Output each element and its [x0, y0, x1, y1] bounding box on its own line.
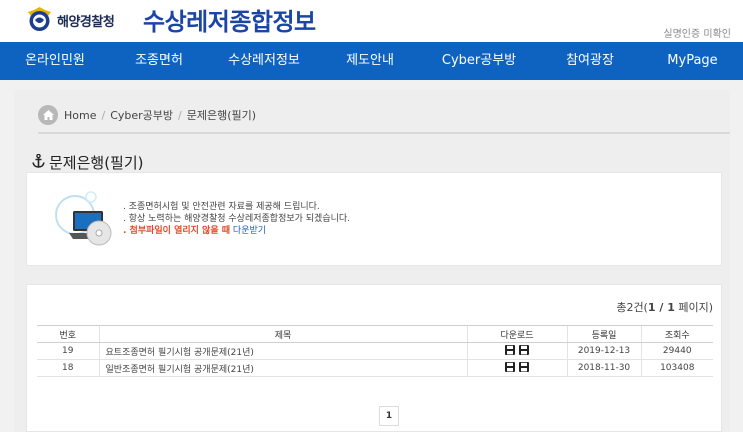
viewer-download-link[interactable]: 다운받기 [233, 226, 266, 236]
nav-item-system-guide[interactable]: 제도안내 [320, 42, 420, 80]
info-text: . 조종면허시험 및 안전관련 자료를 제공해 드립니다. . 항상 노력하는 … [123, 201, 350, 237]
breadcrumb-separator: / [178, 108, 182, 122]
row-title[interactable]: 일반조종면허 필기시험 공개문제(21년) [98, 359, 467, 377]
nav-item-license[interactable]: 조종면허 [110, 42, 208, 80]
total-count: 총2건(1 / 1 페이지) [616, 299, 713, 315]
col-number: 번호 [37, 325, 99, 343]
col-date: 등록일 [566, 325, 641, 343]
question-table: 번호 제목 다운로드 등록일 조회수 19 요트조종면허 필기시험 공개문제(2… [37, 325, 713, 377]
floppy-disk-icon[interactable] [505, 361, 515, 372]
page-heading: 문제은행(필기) [32, 152, 144, 173]
site-title[interactable]: 수상레저종합정보 [143, 2, 316, 37]
nav-item-leisure-info[interactable]: 수상레저정보 [208, 42, 320, 80]
site-header: 해양경찰청 수상레저종합정보 실명인증 미확인 [0, 0, 743, 42]
breadcrumb-separator: / [101, 108, 106, 122]
org-name[interactable]: 해양경찰청 [57, 11, 115, 30]
main-nav: 온라인민원 조종면허 수상레저정보 제도안내 Cyber공부방 참여광장 MyP… [0, 42, 743, 80]
page-title: 문제은행(필기) [49, 154, 144, 172]
page-button-1[interactable]: 1 [379, 406, 399, 426]
row-views: 103408 [640, 359, 713, 377]
total-prefix: 총 [616, 301, 627, 314]
floppy-disk-icon[interactable] [505, 344, 515, 355]
floppy-disk-icon[interactable] [519, 344, 529, 355]
nav-item-mypage[interactable]: MyPage [642, 42, 743, 80]
row-download [466, 359, 567, 377]
info-line-2: . 항상 노력하는 해양경찰청 수상레저종합정보가 되겠습니다. [123, 214, 351, 224]
cd-notebook-icon [55, 191, 112, 246]
anchor-icon [32, 153, 45, 172]
content-panel: Home / Cyber공부방 / 문제은행(필기) 문제은행(필기) . 조종… [14, 90, 730, 432]
info-line-1: . 조종면허시험 및 안전관련 자료를 제공해 드립니다. [123, 202, 320, 212]
auth-status: 실명인증 미확인 [663, 29, 731, 40]
col-views: 조회수 [640, 325, 713, 343]
row-number: 19 [37, 342, 99, 360]
table-row[interactable]: 19 요트조종면허 필기시험 공개문제(21년) 2019-12-13 2944… [37, 342, 713, 360]
breadcrumb-current: 문제은행(필기) [186, 109, 257, 122]
info-line-3: . 첨부파일이 열리지 않을 때 다운받기 [123, 225, 350, 237]
row-number: 18 [37, 359, 99, 377]
breadcrumb-cyber-study[interactable]: Cyber공부방 [110, 107, 173, 123]
nav-item-online-civil[interactable]: 온라인민원 [0, 42, 110, 80]
question-list-box: 총2건(1 / 1 페이지) 번호 제목 다운로드 등록일 조회수 19 요트조… [26, 284, 722, 432]
table-header-row: 번호 제목 다운로드 등록일 조회수 [37, 325, 713, 343]
home-icon[interactable] [38, 105, 58, 125]
page-info: 1 / 1 [647, 301, 675, 314]
breadcrumb-divider [38, 132, 730, 134]
col-download: 다운로드 [466, 325, 567, 343]
attachment-warning: . 첨부파일이 열리지 않을 때 [123, 226, 231, 236]
floppy-disk-icon[interactable] [519, 361, 529, 372]
row-date: 2019-12-13 [566, 342, 641, 360]
breadcrumb: Home / Cyber공부방 / 문제은행(필기) [38, 104, 256, 126]
table-row[interactable]: 18 일반조종면허 필기시험 공개문제(21년) 2018-11-30 1034… [37, 359, 713, 377]
row-download [466, 342, 567, 360]
total-suffix: 건( [633, 301, 648, 314]
coast-guard-emblem-icon[interactable] [26, 6, 53, 33]
row-views: 29440 [640, 342, 713, 360]
info-box: . 조종면허시험 및 안전관련 자료를 제공해 드립니다. . 항상 노력하는 … [26, 172, 722, 266]
col-title: 제목 [98, 325, 467, 343]
content-area: Home / Cyber공부방 / 문제은행(필기) 문제은행(필기) . 조종… [0, 80, 743, 432]
breadcrumb-home[interactable]: Home [64, 109, 96, 122]
row-date: 2018-11-30 [566, 359, 641, 377]
row-title[interactable]: 요트조종면허 필기시험 공개문제(21년) [98, 342, 467, 360]
nav-item-cyber-study[interactable]: Cyber공부방 [420, 42, 538, 80]
page-suffix: 페이지) [674, 301, 713, 314]
nav-item-participation[interactable]: 참여광장 [538, 42, 642, 80]
